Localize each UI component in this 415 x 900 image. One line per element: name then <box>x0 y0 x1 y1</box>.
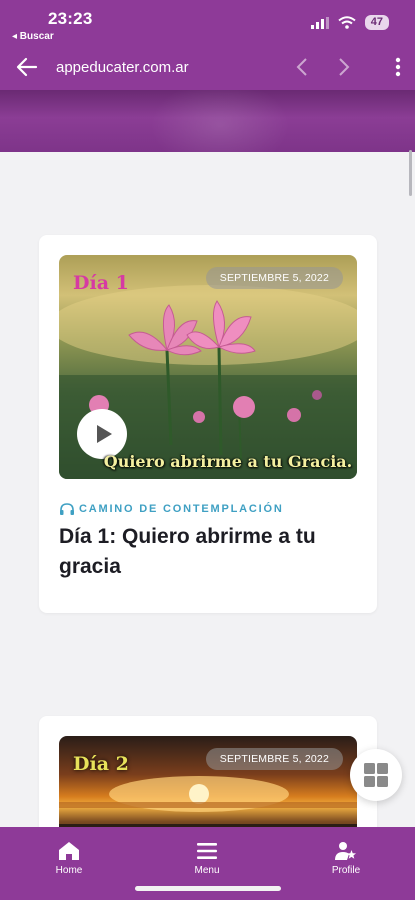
url-text[interactable]: appeducater.com.ar <box>56 59 189 76</box>
nav-menu-label: Menu <box>194 865 220 876</box>
browser-bar: appeducater.com.ar <box>0 50 415 86</box>
date-badge: SEPTIEMBRE 5, 2022 <box>205 267 343 289</box>
hamburger-icon <box>197 843 217 859</box>
battery-indicator: 47 <box>364 15 389 30</box>
chevron-right-icon[interactable] <box>334 57 352 77</box>
status-icons: 47 <box>310 15 389 30</box>
play-icon <box>97 425 112 443</box>
signal-icon <box>310 16 329 29</box>
grid-icon <box>364 763 388 787</box>
post-card[interactable]: Día 1 SEPTIEMBRE 5, 2022 Quiero abrirme … <box>39 235 377 613</box>
nav-home-label: Home <box>55 865 83 876</box>
hero-banner <box>0 90 415 152</box>
user-star-icon <box>335 842 356 860</box>
home-icon <box>59 842 79 860</box>
back-to-app-link[interactable]: ◂ Buscar <box>12 31 54 42</box>
day-label: Día 2 <box>73 753 129 775</box>
nav-profile[interactable]: Profile <box>311 841 381 876</box>
nav-home[interactable]: Home <box>34 841 104 876</box>
post-title[interactable]: Día 1: Quiero abrirme a tu gracia <box>59 522 349 582</box>
apps-grid-button[interactable] <box>350 749 402 801</box>
more-options-icon[interactable] <box>395 57 401 77</box>
top-bar: 23:23 ◂ Buscar 47 appeducater.com.ar <box>0 0 415 90</box>
headphones-icon <box>60 503 74 515</box>
day-label: Día 1 <box>73 272 129 294</box>
category-label[interactable]: CAMINO DE CONTEMPLACIÓN <box>59 502 284 516</box>
home-indicator <box>135 886 281 891</box>
image-caption: Quiero abrirme a tu Gracia. <box>103 452 353 471</box>
chevron-left-icon[interactable] <box>294 57 312 77</box>
arrow-left-icon[interactable] <box>16 56 38 78</box>
nav-menu[interactable]: Menu <box>172 841 242 876</box>
category-text: CAMINO DE CONTEMPLACIÓN <box>79 503 284 515</box>
post-thumbnail[interactable]: Día 1 SEPTIEMBRE 5, 2022 Quiero abrirme … <box>59 255 357 479</box>
scrollbar[interactable] <box>409 150 412 196</box>
wifi-icon <box>338 16 356 29</box>
date-badge: SEPTIEMBRE 5, 2022 <box>205 748 343 770</box>
status-time: 23:23 <box>48 9 93 28</box>
nav-profile-label: Profile <box>331 865 361 876</box>
